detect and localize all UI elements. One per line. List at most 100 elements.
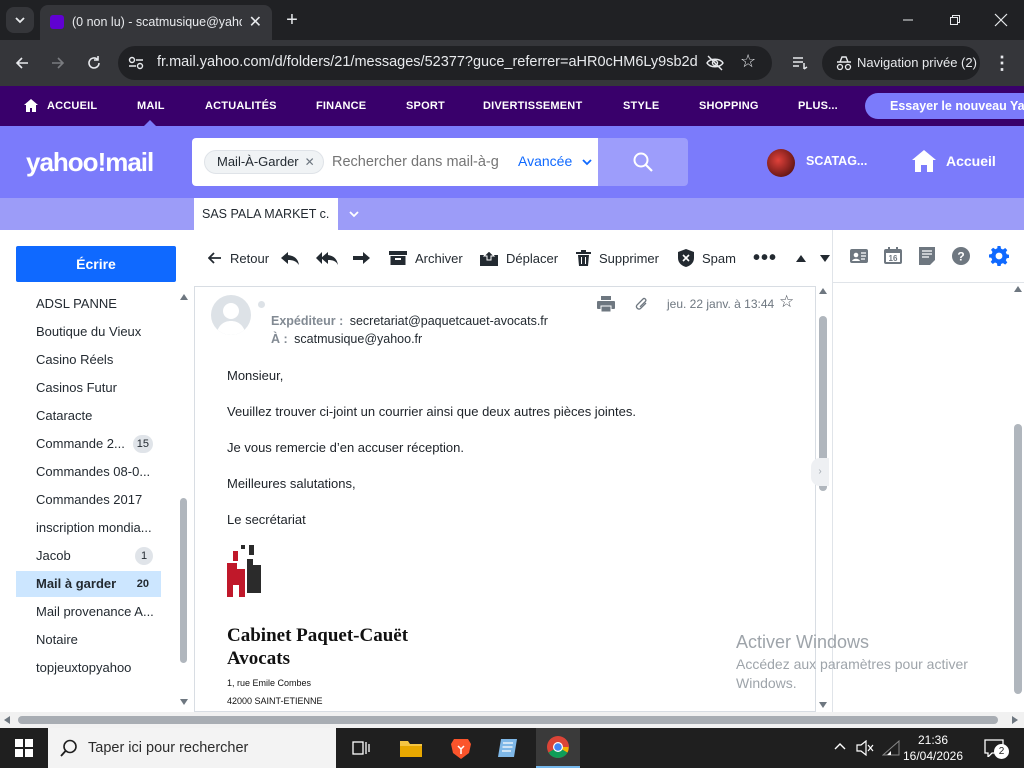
folder-item[interactable]: Casinos Futur [16, 375, 161, 401]
scroll-up-icon[interactable] [180, 294, 188, 300]
notepad-icon[interactable] [919, 247, 935, 265]
horizontal-scrollbar[interactable] [0, 712, 1024, 728]
taskbar-search-box[interactable]: Taper ici pour rechercher [48, 728, 336, 768]
scroll-up-icon[interactable] [1014, 286, 1022, 292]
chrome-button-active[interactable] [536, 728, 580, 768]
contacts-icon[interactable] [850, 248, 868, 264]
scrollbar-thumb[interactable] [180, 498, 187, 663]
browser-tab-active[interactable]: (0 non lu) - scatmusique@yaho ✕ [40, 5, 272, 40]
folder-item-selected[interactable]: Mail à garder 20 [16, 571, 161, 597]
file-explorer-button[interactable] [396, 728, 426, 768]
speaker-muted-icon[interactable] [856, 740, 874, 756]
minimize-button[interactable] [896, 8, 920, 32]
user-name[interactable]: SCATAG... [806, 154, 867, 168]
forward-button[interactable] [46, 51, 70, 75]
eye-off-icon[interactable] [706, 55, 724, 71]
forward-button[interactable] [352, 230, 380, 286]
scrollbar-thumb[interactable] [18, 716, 998, 724]
scroll-left-icon[interactable] [4, 716, 10, 724]
nav-accueil[interactable]: ACCUEIL [47, 86, 97, 126]
to-address[interactable]: scatmusique@yahoo.fr [294, 332, 422, 346]
yahoo-mail-logo[interactable]: yahoo!mail [26, 147, 154, 178]
scroll-down-icon[interactable] [180, 699, 188, 705]
new-tab-button[interactable]: + [280, 8, 304, 32]
folder-item[interactable]: Commandes 08-0... [16, 459, 161, 485]
folder-item[interactable]: ADSL PANNE [16, 291, 161, 317]
reply-all-button[interactable] [316, 230, 346, 286]
calendar-icon[interactable]: 16 [884, 247, 902, 264]
reply-button[interactable] [280, 230, 308, 286]
open-message-tab[interactable]: SAS PALA MARKET c. [194, 198, 338, 230]
previous-message-button[interactable] [796, 230, 806, 286]
search-folder-chip[interactable]: Mail-À-Garder ✕ [204, 150, 324, 174]
search-button[interactable] [598, 138, 688, 186]
delete-button[interactable]: Supprimer [576, 230, 659, 286]
try-new-yahoo-button[interactable]: Essayer le nouveau Yah [865, 93, 1024, 119]
star-icon[interactable]: ☆ [779, 292, 794, 312]
tab-search-button[interactable] [6, 7, 34, 33]
more-actions-button[interactable]: ••• [753, 230, 777, 286]
folder-item[interactable]: Commandes 2017 [16, 487, 161, 513]
home-button[interactable]: Accueil [912, 150, 996, 172]
folder-item[interactable]: Commande 2... 15 [16, 431, 161, 457]
folder-item[interactable]: Cataracte [16, 403, 161, 429]
clock[interactable]: 21:36 16/04/2026 [900, 732, 966, 766]
folder-item[interactable]: Notaire [16, 627, 161, 653]
reload-button[interactable] [82, 51, 106, 75]
show-hidden-icons-icon[interactable] [834, 741, 846, 751]
folder-item[interactable]: Mail provenance A... [16, 599, 161, 625]
nav-style[interactable]: STYLE [623, 86, 659, 126]
wifi-icon[interactable] [882, 740, 900, 756]
task-view-button[interactable] [346, 728, 376, 768]
unread-dot[interactable] [258, 301, 265, 308]
print-icon[interactable] [597, 296, 615, 312]
attachment-icon[interactable] [635, 297, 649, 311]
tab-close-icon[interactable]: ✕ [249, 12, 262, 32]
scroll-right-icon[interactable] [1012, 716, 1018, 724]
advanced-search-toggle[interactable]: Avancée [518, 153, 592, 169]
media-controls-button[interactable] [788, 51, 812, 75]
next-message-button[interactable] [820, 230, 830, 286]
scroll-up-icon[interactable] [819, 288, 827, 294]
tabs-overflow-button[interactable] [338, 198, 370, 230]
nav-finance[interactable]: FINANCE [316, 86, 366, 126]
close-window-button[interactable] [989, 8, 1013, 32]
folder-item[interactable]: inscription mondia... [16, 515, 161, 541]
folder-item[interactable]: Jacob 1 [16, 543, 161, 569]
avatar[interactable] [767, 149, 795, 177]
search-box[interactable]: Mail-À-Garder ✕ Avancée [192, 138, 598, 186]
browser-menu-button[interactable]: ⋮ [990, 51, 1014, 75]
folder-item[interactable]: topjeuxtopyahoo [16, 655, 161, 681]
nav-shopping[interactable]: SHOPPING [699, 86, 759, 126]
incognito-indicator[interactable]: Navigation privée (2) [822, 46, 980, 80]
address-bar[interactable]: fr.mail.yahoo.com/d/folders/21/messages/… [118, 46, 772, 80]
notes-app-button[interactable] [493, 728, 523, 768]
spam-button[interactable]: Spam [678, 230, 736, 286]
move-button[interactable]: Déplacer [480, 230, 558, 286]
start-button[interactable] [0, 728, 48, 768]
back-button[interactable] [10, 51, 34, 75]
nav-actualites[interactable]: ACTUALITÉS [205, 86, 277, 126]
archive-button[interactable]: Archiver [389, 230, 463, 286]
from-address[interactable]: secretariat@paquetcauet-avocats.fr [350, 314, 548, 328]
folder-item[interactable]: Boutique du Vieux [16, 319, 161, 345]
scrollbar-thumb[interactable] [1014, 424, 1022, 694]
maximize-button[interactable] [943, 8, 967, 32]
collapse-pane-handle[interactable]: › [811, 458, 829, 486]
help-icon[interactable]: ? [952, 247, 970, 265]
folder-scrollbar[interactable] [178, 294, 190, 705]
action-center-button[interactable]: 2 [980, 736, 1010, 762]
search-input[interactable] [332, 150, 502, 174]
chip-remove-icon[interactable]: ✕ [305, 151, 315, 173]
scroll-down-icon[interactable] [819, 702, 827, 708]
nav-plus[interactable]: PLUS... [798, 86, 838, 126]
folder-item[interactable]: Casino Réels [16, 347, 161, 373]
brave-browser-button[interactable] [446, 728, 476, 768]
star-icon[interactable]: ☆ [740, 51, 756, 72]
compose-button[interactable]: Écrire [16, 246, 176, 282]
nav-sport[interactable]: SPORT [406, 86, 445, 126]
back-to-list-button[interactable]: Retour [208, 230, 269, 286]
nav-divertissement[interactable]: DIVERTISSEMENT [483, 86, 582, 126]
page-scrollbar[interactable] [1011, 284, 1024, 712]
gear-icon[interactable] [989, 246, 1009, 266]
